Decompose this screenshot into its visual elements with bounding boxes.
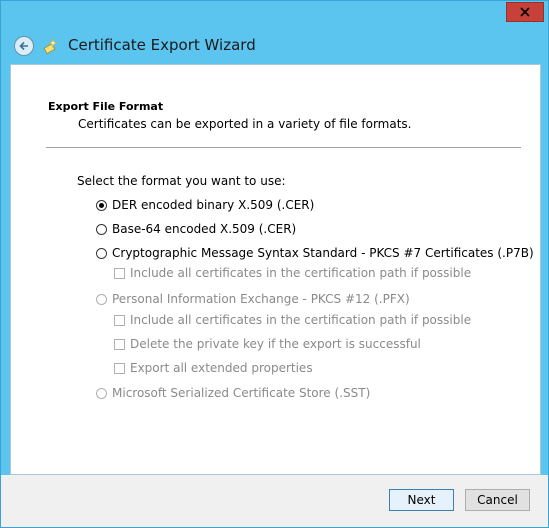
checkbox[interactable] (114, 338, 125, 350)
checkbox-pkcs7-include-label: Include all certificates in the certific… (130, 266, 472, 280)
radio-sst-label: Microsoft Serialized Certificate Store (… (112, 386, 371, 400)
back-arrow-icon (19, 41, 28, 51)
separator (46, 147, 521, 148)
radio-button[interactable] (96, 223, 107, 235)
certificate-wizard-icon (43, 38, 58, 55)
radio-button-checked[interactable] (96, 199, 107, 211)
window-title: Certificate Export Wizard (68, 36, 256, 54)
cancel-button[interactable]: Cancel (465, 489, 530, 511)
next-button[interactable]: Next (389, 489, 454, 511)
wizard-window: Certificate Export Wizard Next Cancel (0, 0, 549, 528)
checkbox[interactable] (114, 362, 125, 374)
format-prompt: Select the format you want to use: (77, 174, 286, 188)
wizard-header: Certificate Export Wizard (1, 29, 548, 63)
close-button[interactable] (506, 2, 544, 22)
radio-sst[interactable]: Microsoft Serialized Certificate Store (… (96, 386, 370, 400)
radio-pfx[interactable]: Personal Information Exchange - PKCS #12… (96, 292, 410, 306)
checkbox-pfx-delete-key[interactable]: Delete the private key if the export is … (114, 337, 421, 351)
checkbox-pfx-include[interactable]: Include all certificates in the certific… (114, 313, 471, 327)
radio-pkcs7[interactable]: Cryptographic Message Syntax Standard - … (96, 246, 534, 260)
page-heading: Export File Format (48, 100, 164, 113)
checkbox[interactable] (114, 314, 125, 326)
checkbox-pfx-export-ext[interactable]: Export all extended properties (114, 361, 313, 375)
radio-pkcs7-label: Cryptographic Message Syntax Standard - … (112, 246, 534, 260)
checkbox-pfx-export-ext-label: Export all extended properties (130, 361, 313, 375)
radio-button-disabled[interactable] (96, 293, 107, 305)
radio-base64-label: Base-64 encoded X.509 (.CER) (112, 222, 297, 236)
back-button[interactable] (14, 36, 34, 56)
checkbox-pfx-include-label: Include all certificates in the certific… (130, 313, 472, 327)
radio-button[interactable] (96, 247, 107, 259)
radio-base64[interactable]: Base-64 encoded X.509 (.CER) (96, 222, 296, 236)
checkbox[interactable] (114, 267, 125, 279)
radio-button-disabled[interactable] (96, 387, 107, 399)
wizard-footer: Next Cancel (1, 475, 548, 527)
radio-der[interactable]: DER encoded binary X.509 (.CER) (96, 198, 314, 212)
close-icon (520, 7, 530, 17)
radio-der-label: DER encoded binary X.509 (.CER) (112, 198, 315, 212)
checkbox-pfx-delete-key-label: Delete the private key if the export is … (130, 337, 421, 351)
page-subheading: Certificates can be exported in a variet… (78, 117, 412, 131)
radio-pfx-label: Personal Information Exchange - PKCS #12… (112, 292, 410, 306)
checkbox-pkcs7-include[interactable]: Include all certificates in the certific… (114, 266, 471, 280)
